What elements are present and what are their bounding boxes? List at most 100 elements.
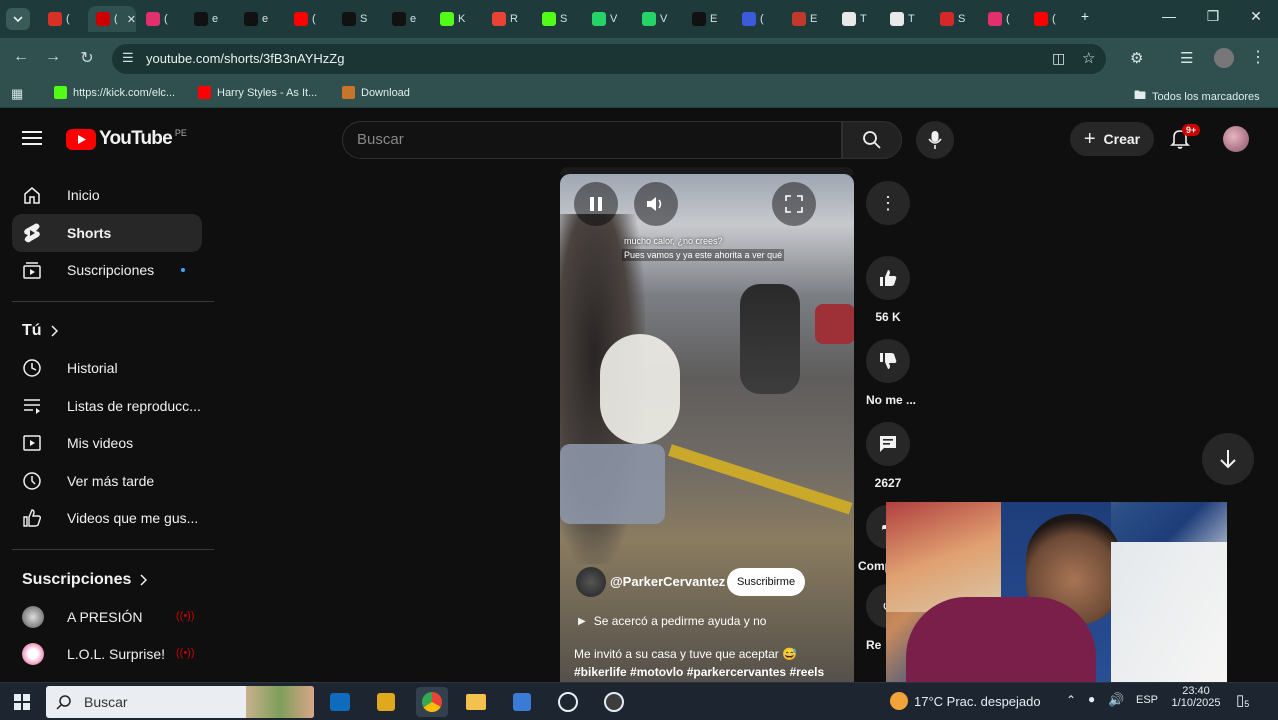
new-tab-button[interactable]: + [1070,8,1100,24]
subscriptions-section-heading[interactable]: Suscripciones [22,571,148,589]
browser-tab[interactable]: S [534,6,582,32]
site-info-icon[interactable]: ☰ [122,50,134,66]
fullscreen-button[interactable] [772,182,816,226]
file-explorer-taskbar-icon[interactable] [460,687,492,717]
search-input[interactable] [357,131,817,148]
all-bookmarks-button[interactable]: 🖿 Todos los marcadores [1134,86,1260,107]
outlook-taskbar-icon[interactable] [324,687,356,717]
sidebar-item-ver-mas-tarde[interactable]: Ver más tarde [12,462,202,500]
media-player-taskbar-icon[interactable] [552,687,584,717]
browser-tab[interactable]: ( [734,6,782,32]
sound-link[interactable]: ▶ Se acercó a pedirme ayuda y no [578,614,766,628]
browser-tab[interactable]: ( [138,6,186,32]
address-bar[interactable]: ☰ youtube.com/shorts/3fB3nAYHzZg ◫ ☆ [112,44,1106,74]
volume-button[interactable] [634,182,678,226]
chevron-right-icon [140,574,148,586]
tab-favicon-icon [1034,12,1048,26]
short-video-player[interactable]: mucho calor, ¿no crees? Pues vamos y ya … [560,174,854,682]
sidebar-item-videos-me-gustan[interactable]: Videos que me gus... [12,499,202,537]
comment-count: 2627 [874,476,902,490]
sidebar-item-listas[interactable]: Listas de reproducc... [12,387,202,425]
browser-tab[interactable]: S [334,6,382,32]
browser-tab[interactable]: V [584,6,632,32]
browser-tab[interactable]: ( [1026,6,1074,32]
pause-button[interactable] [574,182,618,226]
browser-tab[interactable]: K [432,6,480,32]
obs-taskbar-icon[interactable] [598,687,630,717]
browser-tab[interactable]: ( [40,6,88,32]
speaker-icon[interactable]: 🔊 [1108,692,1124,708]
webcam-shelf [886,502,1006,612]
bookmark-star-icon[interactable]: ☆ [1082,49,1095,67]
create-button[interactable]: + Crear [1070,122,1154,156]
voice-search-button[interactable] [916,121,954,159]
browser-tab[interactable]: T [882,6,930,32]
sidebar-item-label: Shorts [67,225,112,241]
sidebar-item-channel[interactable]: A PRESIÓN ((•)) [12,598,202,636]
channel-handle[interactable]: @ParkerCervantez [610,574,725,589]
more-options-button[interactable]: ⋮ [866,181,910,225]
apps-grid-icon[interactable]: ▦ [11,86,23,102]
channel-avatar[interactable] [576,567,606,597]
media-control-icon[interactable]: ☰ [1180,49,1193,67]
browser-tab[interactable]: e [186,6,234,32]
sidebar-item-inicio[interactable]: Inicio [12,176,202,214]
microphone-tray-icon[interactable]: ● [1088,692,1095,706]
weather-widget[interactable]: 17°C Prac. despejado [890,692,1041,710]
ms-store-taskbar-icon[interactable] [506,687,538,717]
like-button[interactable]: 56 K [866,256,910,324]
bookmark-item[interactable]: Harry Styles - As It... [198,86,317,99]
browser-tab[interactable]: ( [286,6,334,32]
sidebar-item-shorts[interactable]: Shorts [12,214,202,252]
tab-favicon-icon [48,12,62,26]
browser-tab[interactable]: S [932,6,980,32]
reload-button[interactable]: ↻ [76,48,98,68]
subscribe-button[interactable]: Suscribirme [727,568,806,596]
sidebar-item-channel[interactable]: L.O.L. Surprise! ((•)) [12,635,202,673]
comments-button[interactable]: 2627 [866,422,910,490]
search-button[interactable] [842,121,902,159]
forward-button[interactable]: → [42,48,64,66]
browser-tab[interactable]: E [684,6,732,32]
browser-tab[interactable]: E [784,6,832,32]
install-app-icon[interactable]: ◫ [1052,50,1065,67]
next-short-button[interactable] [1202,433,1254,485]
youtube-logo[interactable]: YouTube PE [66,128,187,150]
browser-tab[interactable]: ( [980,6,1028,32]
notification-center-button[interactable]: ▯ 5 [1236,691,1249,709]
browser-tab[interactable]: V [634,6,682,32]
notifications-button[interactable]: 9+ [1170,124,1201,155]
bookmark-item[interactable]: Download [342,86,410,99]
tab-favicon-icon [440,12,454,26]
tab-search-button[interactable] [6,8,30,30]
sidebar-item-historial[interactable]: Historial [12,349,202,387]
chrome-taskbar-icon[interactable] [416,687,448,717]
sidebar-item-mis-videos[interactable]: Mis videos [12,424,202,462]
start-button[interactable] [6,687,38,717]
video-hashtags[interactable]: #bikerlife #motovlo #parkercervantes #re… [574,665,854,679]
extensions-icon[interactable]: ⚙ [1130,49,1143,67]
language-indicator[interactable]: ESP [1136,694,1158,706]
browser-tab[interactable]: R [484,6,532,32]
close-tab-icon[interactable]: ✕ [127,13,136,26]
restore-button[interactable]: ❐ [1198,8,1228,25]
you-section-heading[interactable]: Tú [22,322,58,340]
clock[interactable]: 23:40 1/10/2025 [1166,685,1226,709]
chevron-up-icon[interactable]: ⌃ [1066,693,1076,707]
close-window-button[interactable]: ✕ [1241,8,1271,25]
account-avatar[interactable] [1223,126,1249,152]
guide-menu-icon[interactable] [22,130,42,151]
back-button[interactable]: ← [10,48,32,66]
browser-tab[interactable]: e [236,6,284,32]
dislike-button[interactable]: No me ... [866,339,916,407]
sidebar-item-suscripciones[interactable]: Suscripciones [12,251,202,289]
browser-tab[interactable]: (✕ [88,6,136,32]
minimize-button[interactable]: — [1154,8,1184,24]
browser-tab[interactable]: T [834,6,882,32]
taskbar-search[interactable]: Buscar [46,686,314,718]
profile-avatar[interactable] [1214,48,1234,68]
bookmark-item[interactable]: https://kick.com/elc... [54,86,175,99]
browser-tab[interactable]: e [384,6,432,32]
store-taskbar-icon[interactable] [370,687,402,717]
browser-menu-icon[interactable]: ⋮ [1250,47,1266,67]
